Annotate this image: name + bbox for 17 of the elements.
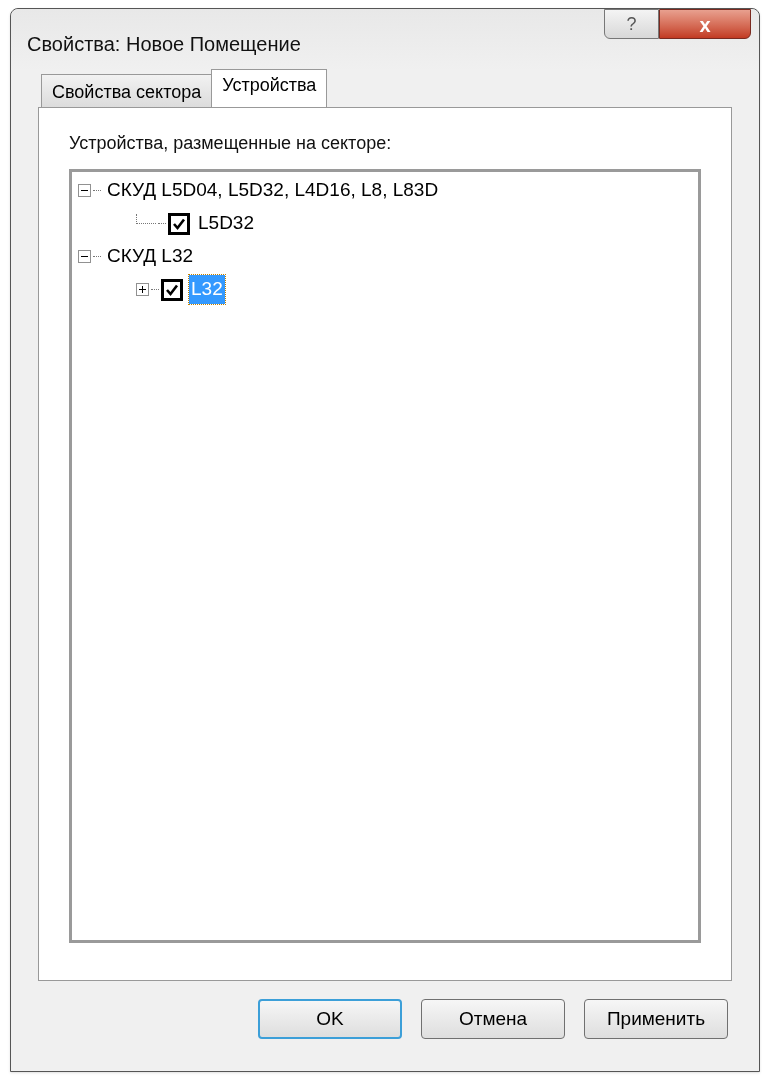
tab[interactable]: Устройства [211, 69, 328, 107]
checkbox[interactable] [168, 212, 190, 235]
collapse-icon[interactable] [78, 250, 91, 263]
help-button[interactable]: ? [604, 9, 659, 39]
tree-label: Устройства, размещенные на секторе: [69, 132, 393, 155]
dialog-button[interactable]: Отмена [421, 999, 565, 1039]
close-button[interactable]: x [659, 9, 751, 39]
tree-item[interactable]: СКУД L32 [107, 242, 194, 271]
tab[interactable]: Свойства сектора [41, 74, 213, 107]
dialog-button[interactable]: OK [258, 999, 402, 1039]
dialog-button[interactable]: Применить [584, 999, 728, 1039]
checkbox[interactable] [161, 278, 183, 301]
tree-item[interactable]: СКУД L5D04, L5D32, L4D16, L8, L83D [107, 176, 439, 205]
tree-item[interactable]: L5D32 [196, 209, 256, 238]
window-title: Свойства: Новое Помещение [27, 32, 301, 57]
expand-icon[interactable] [136, 283, 149, 296]
collapse-icon[interactable] [78, 184, 91, 197]
